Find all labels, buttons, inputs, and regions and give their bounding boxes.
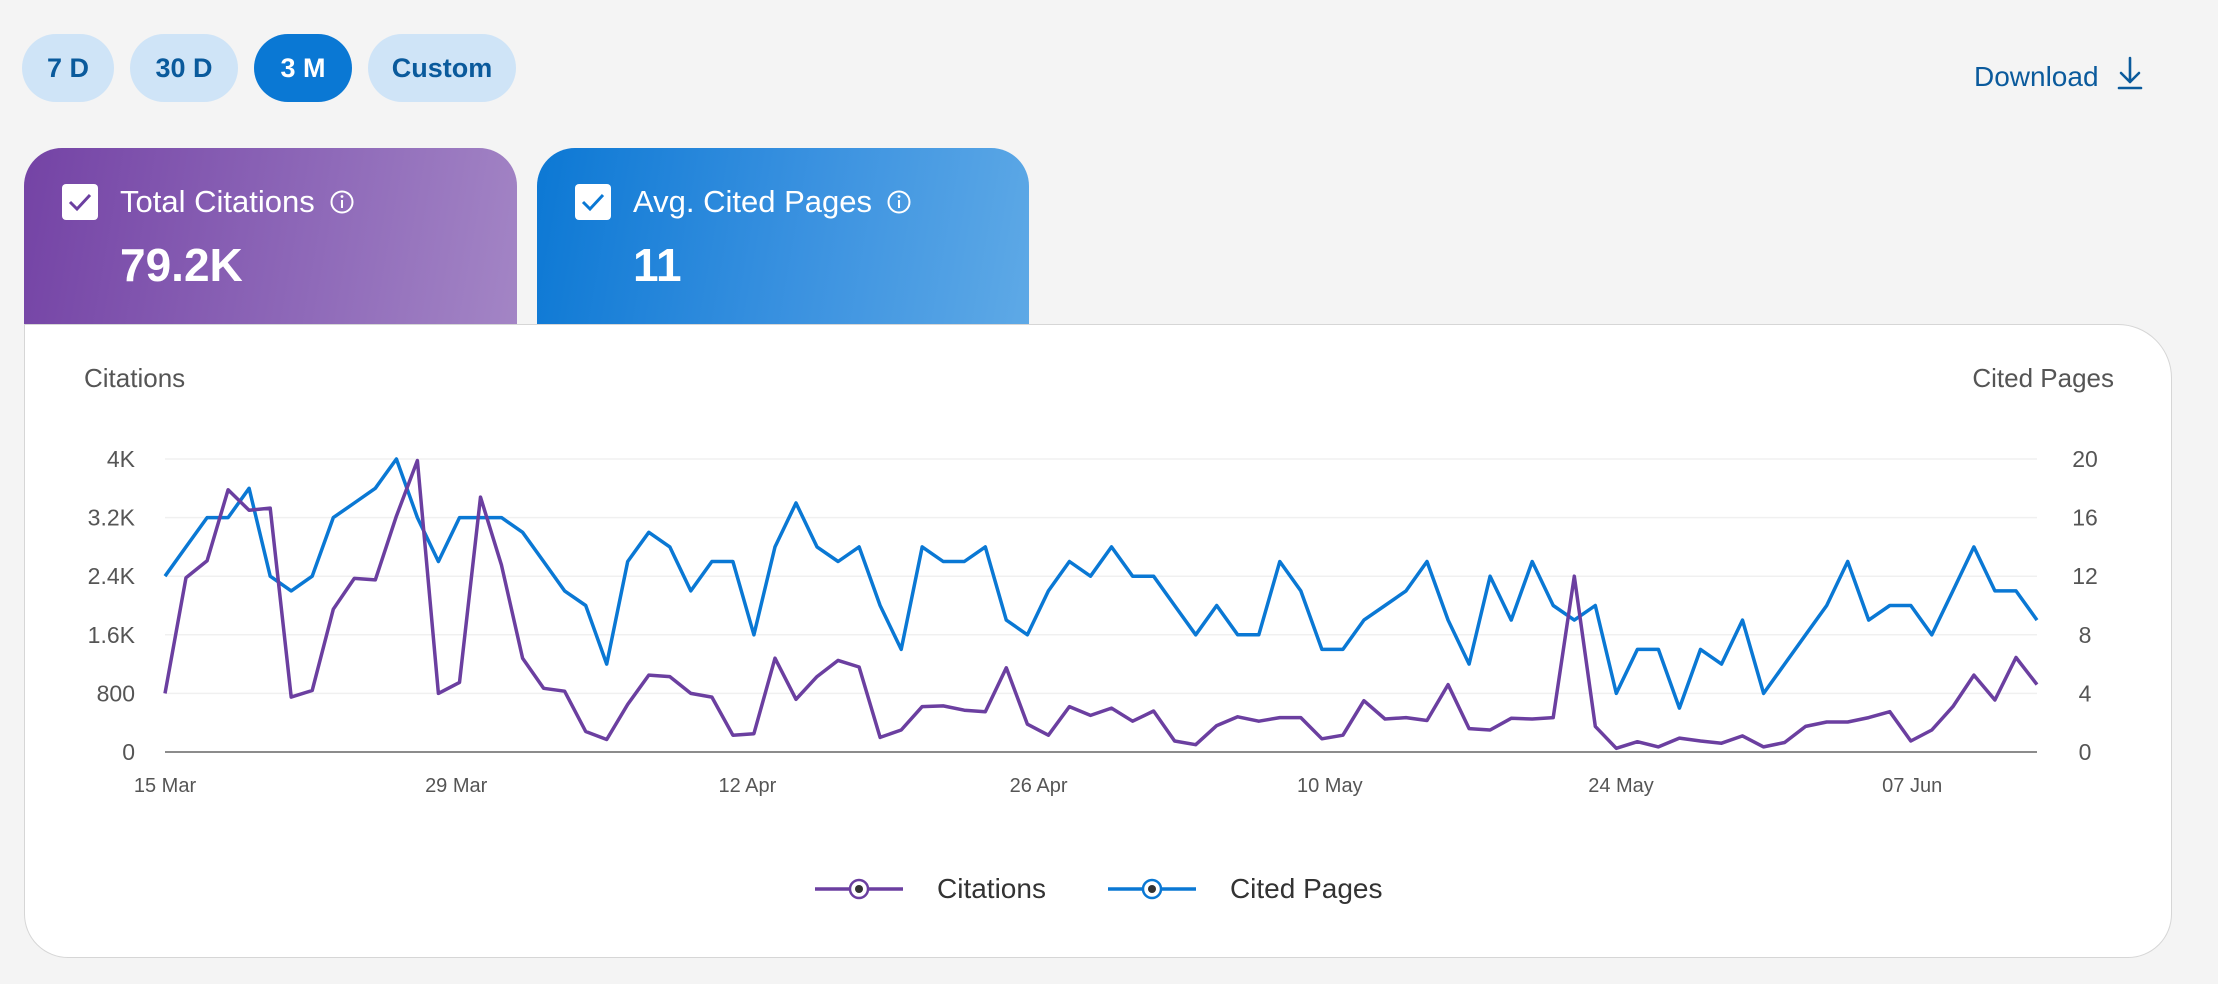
x-tick-label: 12 Apr (718, 775, 776, 797)
cited-pages-legend-marker (1107, 878, 1196, 900)
info-icon[interactable] (886, 189, 912, 215)
range-custom-button[interactable]: Custom (368, 34, 516, 102)
download-label: Download (1974, 60, 2099, 92)
y-tick-label: 3.2K (88, 505, 136, 531)
x-tick-label: 15 Mar (134, 775, 197, 797)
chart-legend: Citations Cited Pages (815, 873, 1382, 905)
date-range-selector: 7 D 30 D 3 M Custom (22, 34, 516, 102)
y2-tick-label: 0 (2079, 739, 2092, 765)
y-tick-label: 0 (122, 739, 135, 765)
x-tick-label: 07 Jun (1882, 775, 1942, 797)
x-tick-label: 29 Mar (425, 775, 488, 797)
check-icon (581, 193, 605, 212)
y-axis-title-cited-pages: Cited Pages (1972, 363, 2114, 393)
range-3m-button[interactable]: 3 M (254, 34, 352, 102)
citations-checkbox[interactable] (62, 184, 98, 220)
avg-cited-pages-value: 11 (633, 239, 682, 291)
total-citations-value: 79.2K (120, 239, 243, 291)
total-citations-title: Total Citations (120, 184, 315, 219)
cited-pages-series-line (163, 457, 2039, 710)
info-icon[interactable] (329, 189, 355, 215)
avg-cited-pages-card[interactable]: Avg. Cited Pages 11 (537, 148, 1029, 324)
total-citations-card[interactable]: Total Citations 79.2K (24, 148, 517, 324)
citations-legend-marker (815, 878, 903, 900)
cited-pages-checkbox[interactable] (575, 184, 611, 220)
x-tick-label: 26 Apr (1010, 775, 1068, 797)
y2-tick-label: 12 (2072, 563, 2098, 589)
y-tick-label: 1.6K (88, 622, 136, 648)
x-tick-label: 24 May (1588, 775, 1654, 797)
y2-tick-label: 20 (2072, 446, 2098, 472)
y2-tick-label: 8 (2079, 622, 2092, 648)
citations-series-line (163, 458, 2039, 751)
y2-tick-label: 16 (2072, 505, 2098, 531)
citations-line-chart: Citations Cited Pages 0 0 800 4 1.6K 8 2.4K 12 3.2… (84, 363, 2114, 797)
download-icon (2117, 56, 2143, 97)
range-30d-button[interactable]: 30 D (130, 34, 238, 102)
y-axis-title-citations: Citations (84, 363, 185, 393)
legend-cited-pages[interactable]: Cited Pages (1107, 873, 1383, 905)
legend-cited-pages-label: Cited Pages (1229, 873, 1383, 904)
y2-tick-label: 4 (2079, 680, 2092, 706)
chart-panel: Citations Cited Pages 0 0 800 4 1.6K 8 2.4K 12 3.2… (24, 324, 2172, 958)
range-7d-button[interactable]: 7 D (22, 34, 114, 102)
avg-cited-pages-title: Avg. Cited Pages (633, 184, 872, 219)
y-tick-label: 2.4K (88, 563, 136, 589)
download-button[interactable]: Download (1974, 56, 2143, 97)
y-tick-label: 800 (97, 680, 135, 706)
legend-citations[interactable]: Citations (815, 873, 1046, 905)
x-tick-label: 10 May (1297, 775, 1363, 797)
check-icon (68, 193, 92, 212)
y-tick-label: 4K (107, 446, 136, 472)
legend-citations-label: Citations (937, 873, 1046, 904)
